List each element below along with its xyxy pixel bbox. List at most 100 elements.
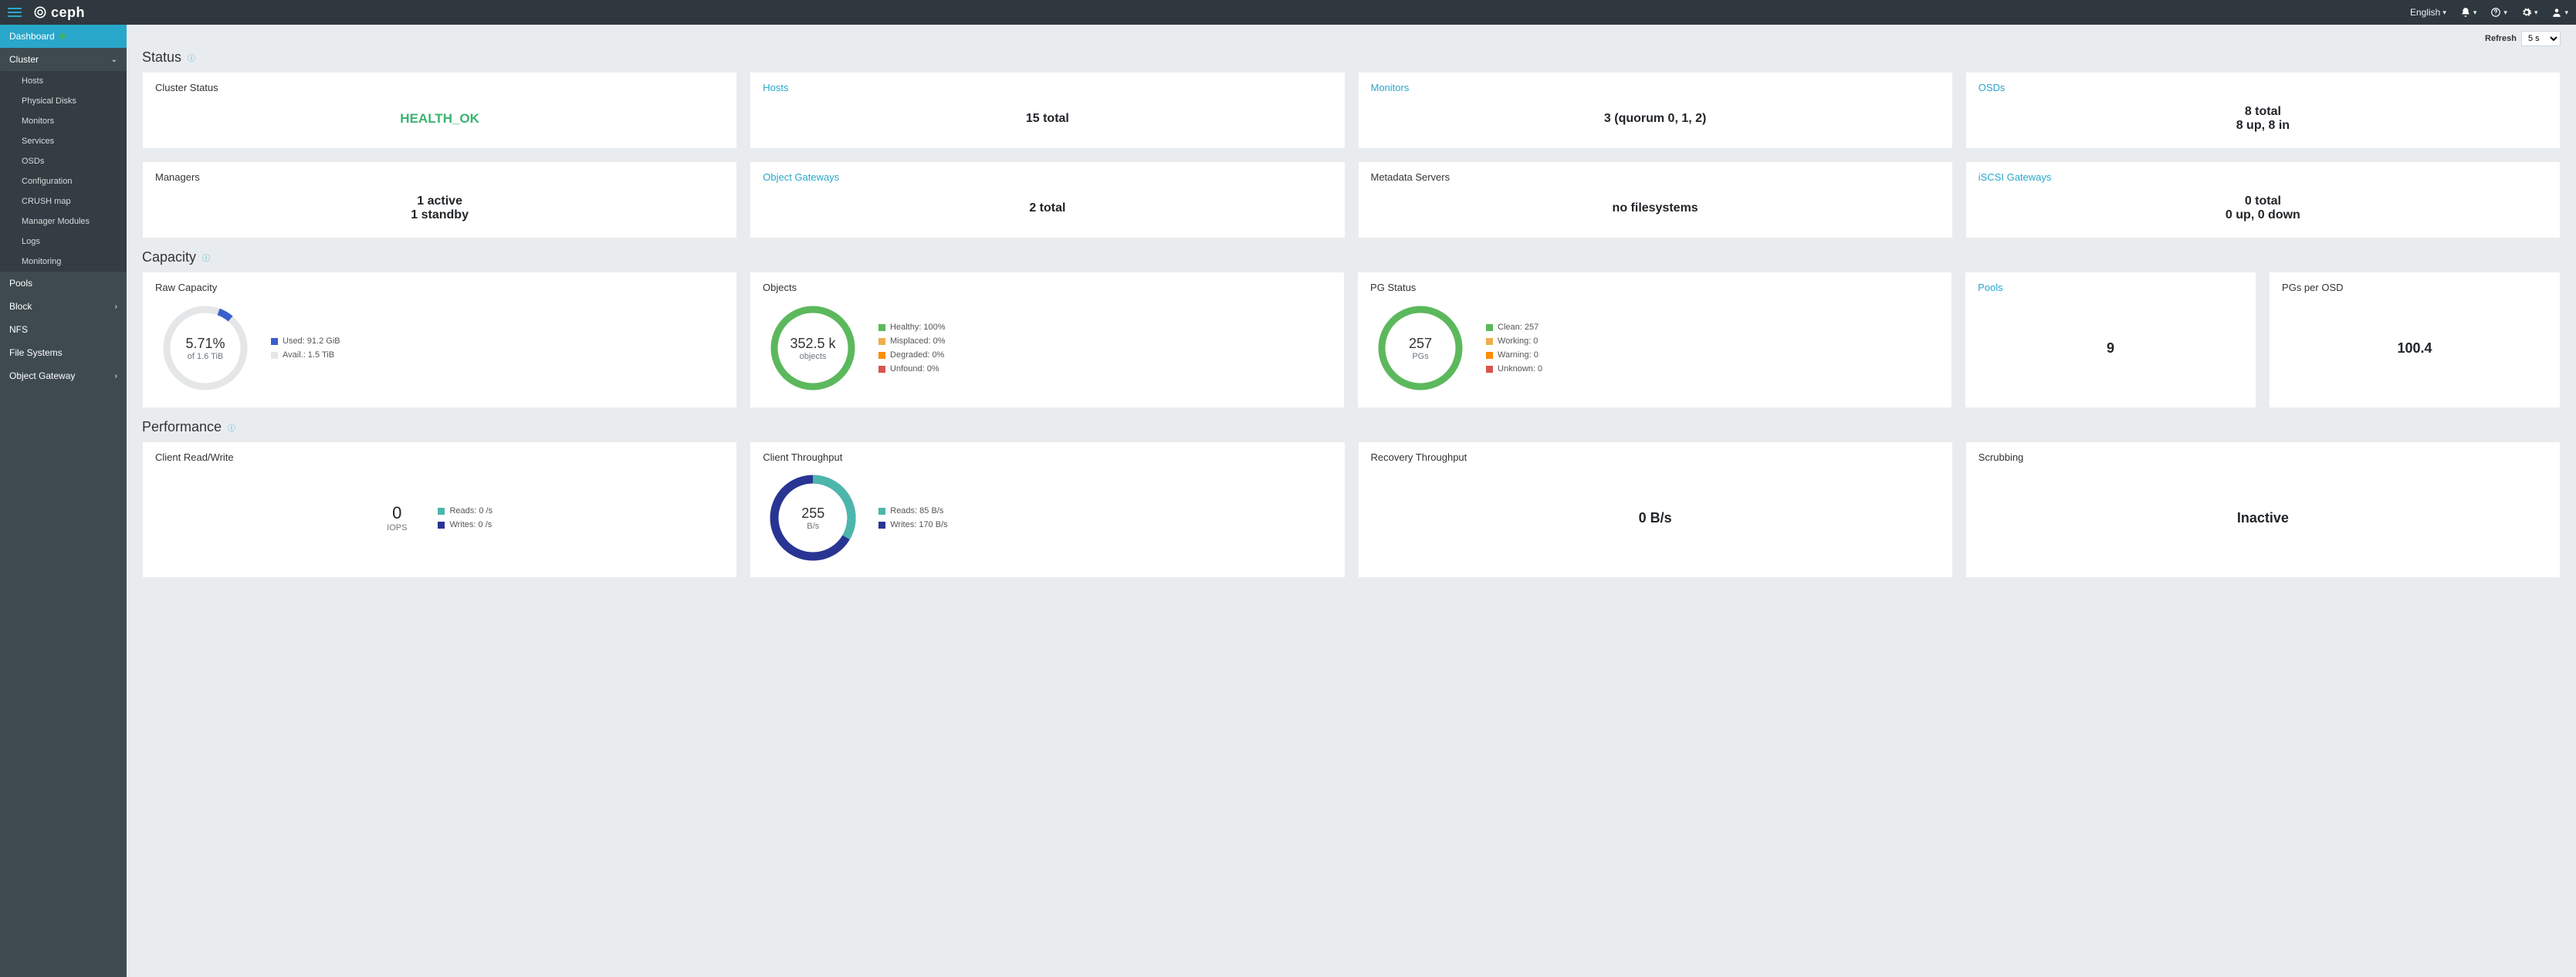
card-client-rw: Client Read/Write 0 IOPS Reads: 0 /sWrit… (142, 441, 737, 578)
card-title-link[interactable]: Object Gateways (763, 171, 1332, 183)
legend-label: Working: 0 (1498, 336, 1538, 346)
card-object-gateways: Object Gateways 2 total (750, 161, 1345, 238)
card-title: Managers (155, 171, 724, 183)
user-menu[interactable]: ▾ (2551, 7, 2568, 18)
hamburger-icon[interactable] (8, 3, 26, 22)
section-header-status: Status ⓘ (142, 49, 2561, 66)
legend-item: Used: 91.2 GiB (271, 336, 724, 346)
donut-value: 5.71% (185, 336, 225, 352)
sidebar-subitem-monitoring[interactable]: Monitoring (0, 252, 127, 272)
help-menu[interactable]: ▾ (2490, 7, 2507, 18)
sidebar-item-file-systems[interactable]: File Systems (0, 341, 127, 364)
legend-item: Avail.: 1.5 TiB (271, 350, 724, 360)
donut-sub: objects (790, 352, 835, 361)
sidebar-item-label: Cluster (9, 54, 39, 65)
sidebar-item-label: File Systems (9, 347, 63, 358)
legend-label: Degraded: 0% (890, 350, 944, 360)
legend-label: Reads: 0 /s (449, 506, 493, 516)
card-title: PG Status (1370, 282, 1939, 293)
card-title: Client Throughput (763, 451, 1332, 463)
card-value-line1: 1 active (417, 194, 462, 208)
section-title: Performance (142, 419, 222, 435)
legend-item: Reads: 0 /s (438, 506, 493, 516)
info-icon[interactable]: ⓘ (226, 422, 237, 433)
info-icon[interactable]: ⓘ (201, 252, 212, 263)
card-title-link[interactable]: Monitors (1371, 82, 1940, 93)
sidebar-item-object-gateway[interactable]: Object Gateway› (0, 364, 127, 387)
sidebar-item-pools[interactable]: Pools (0, 272, 127, 295)
legend-label: Used: 91.2 GiB (283, 336, 340, 346)
sidebar-item-label: Monitors (22, 117, 54, 126)
content-area: Refresh 5 s10 s15 s30 s1 m3 m5 m Status … (127, 25, 2576, 977)
card-title: Recovery Throughput (1371, 451, 1940, 463)
legend-swatch-icon (878, 508, 885, 515)
sidebar-item-label: Pools (9, 278, 32, 289)
bell-icon (2460, 7, 2471, 18)
sidebar-subitem-logs[interactable]: Logs (0, 232, 127, 252)
sidebar-subitem-osds[interactable]: OSDs (0, 151, 127, 171)
sidebar-item-label: OSDs (22, 157, 44, 166)
donut-value: 255 (801, 505, 824, 522)
client-rw-legend: Reads: 0 /s Writes: 0 /s (438, 506, 493, 529)
card-scrubbing: Scrubbing Inactive (1965, 441, 2561, 578)
sidebar-subitem-services[interactable]: Services (0, 131, 127, 151)
legend-swatch-icon (271, 352, 278, 359)
refresh-select[interactable]: 5 s10 s15 s30 s1 m3 m5 m (2521, 31, 2561, 46)
legend-label: Reads: 85 B/s (890, 506, 943, 516)
donut-value: 352.5 k (790, 336, 835, 352)
card-pg-status: PG Status 257 PGs Clean: 257Working: 0Wa… (1357, 272, 1952, 408)
legend-item: Unfound: 0% (878, 364, 1332, 374)
legend-swatch-icon (1486, 366, 1493, 373)
card-title: Scrubbing (1979, 451, 2547, 463)
legend-swatch-icon (438, 522, 445, 529)
sidebar-subitem-physical-disks[interactable]: Physical Disks (0, 91, 127, 111)
card-value-line2: 1 standby (411, 208, 469, 222)
card-objects: Objects 352.5 k objects Healthy: 100%Mis… (750, 272, 1345, 408)
notifications-icon[interactable]: ▾ (2460, 7, 2477, 18)
health-dot-icon (59, 33, 66, 39)
sidebar-item-block[interactable]: Block› (0, 295, 127, 318)
settings-menu[interactable]: ▾ (2521, 7, 2538, 18)
sidebar-subitem-configuration[interactable]: Configuration (0, 171, 127, 191)
sidebar-subitem-manager-modules[interactable]: Manager Modules (0, 211, 127, 232)
donut-sub: B/s (801, 522, 824, 531)
card-title: Objects (763, 282, 1332, 293)
sidebar-subitem-monitors[interactable]: Monitors (0, 111, 127, 131)
legend-item: Misplaced: 0% (878, 336, 1332, 346)
card-pgs-per-osd: PGs per OSD 100.4 (2269, 272, 2561, 408)
sidebar: Dashboard Cluster ⌄ Hosts Physical Disks… (0, 25, 127, 977)
card-title-link[interactable]: iSCSI Gateways (1979, 171, 2547, 183)
chevron-down-icon: ▾ (2442, 8, 2446, 17)
legend-item: Unknown: 0 (1486, 364, 1939, 374)
sidebar-item-dashboard[interactable]: Dashboard (0, 25, 127, 48)
language-selector[interactable]: English ▾ (2410, 7, 2446, 18)
card-recovery-throughput: Recovery Throughput 0 B/s (1358, 441, 1953, 578)
sidebar-item-label: Configuration (22, 177, 72, 186)
sidebar-item-label: Dashboard (9, 31, 55, 42)
legend-item: Warning: 0 (1486, 350, 1939, 360)
legend-label: Writes: 170 B/s (890, 520, 947, 529)
sidebar-item-label: Block (9, 301, 32, 312)
brand-logo[interactable]: ceph (32, 5, 85, 21)
brand-text: ceph (51, 5, 85, 21)
legend-label: Writes: 0 /s (449, 520, 492, 529)
legend-swatch-icon (878, 352, 885, 359)
raw-capacity-donut: 5.71% of 1.6 TiB (155, 298, 256, 398)
card-title-link[interactable]: Pools (1978, 282, 2243, 293)
card-title-link[interactable]: Hosts (763, 82, 1332, 93)
card-value: 0 total 0 up, 0 down (1979, 188, 2547, 228)
sidebar-item-cluster[interactable]: Cluster ⌄ (0, 48, 127, 71)
legend-swatch-icon (1486, 352, 1493, 359)
legend-swatch-icon (878, 324, 885, 331)
info-icon[interactable]: ⓘ (186, 52, 197, 63)
card-value-line1: 8 total (2245, 105, 2281, 119)
card-value: 8 total 8 up, 8 in (1979, 98, 2547, 139)
sidebar-item-nfs[interactable]: NFS (0, 318, 127, 341)
sidebar-subitem-hosts[interactable]: Hosts (0, 71, 127, 91)
sidebar-subitem-crush-map[interactable]: CRUSH map (0, 191, 127, 211)
card-title-link[interactable]: OSDs (1979, 82, 2547, 93)
gear-icon (2521, 7, 2532, 18)
card-value: 9 (1978, 298, 2243, 398)
card-monitors: Monitors 3 (quorum 0, 1, 2) (1358, 72, 1953, 149)
card-title: Metadata Servers (1371, 171, 1940, 183)
